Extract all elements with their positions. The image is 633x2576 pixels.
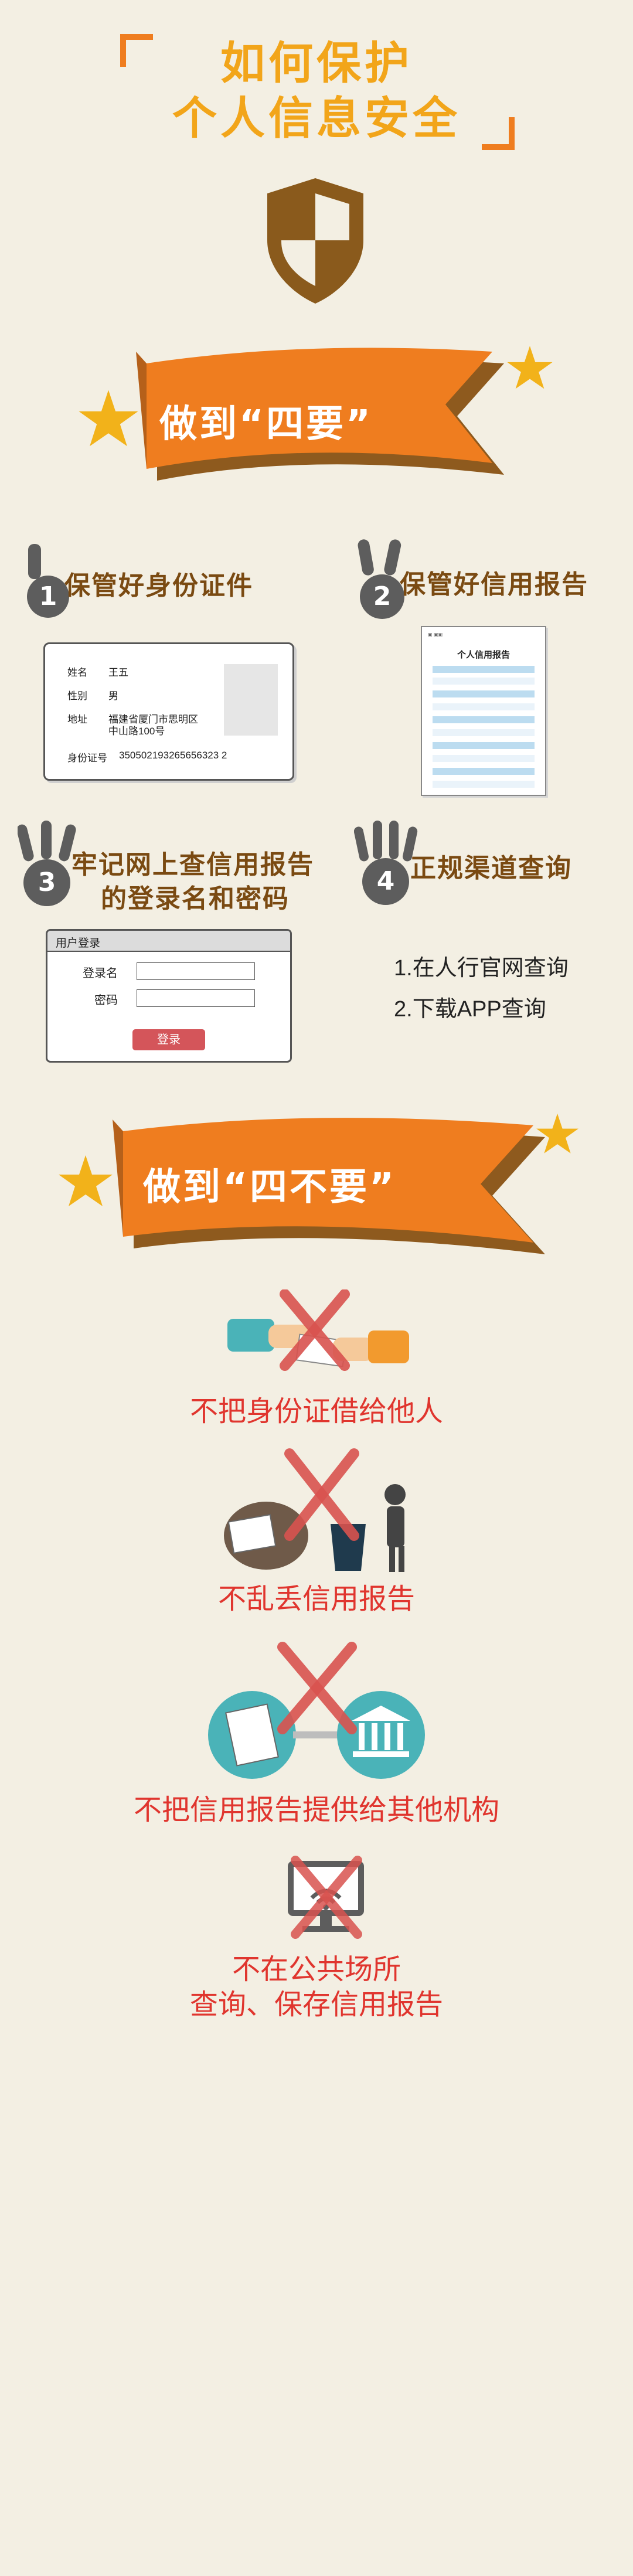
dont-4-caption-line2: 查询、保存信用报告	[189, 1988, 443, 2021]
query-method-2: 2.下载APP查询	[394, 997, 546, 1022]
id-name-value: 王五	[108, 667, 128, 678]
username-label: 登录名	[83, 967, 118, 980]
must-3-title-line2: 的登录名和密码	[101, 884, 290, 914]
star-icon	[59, 1155, 113, 1206]
handing-id-card-icon	[227, 1289, 409, 1371]
dont-3-caption: 不把信用报告提供给其他机构	[133, 1794, 499, 1826]
must-4-title: 正规渠道查询	[410, 853, 572, 883]
login-form: 用户登录 登录名 密码 登录	[46, 929, 292, 1063]
dont-2-caption: 不乱丢信用报告	[217, 1583, 415, 1615]
must-3-title-line1: 牢记网上查信用报告	[72, 850, 314, 880]
dont-1-caption: 不把身份证借给他人	[189, 1395, 443, 1428]
shield-icon	[267, 178, 363, 304]
id-address-label: 地址	[67, 714, 87, 725]
id-address-line2: 中山路100号	[108, 726, 165, 737]
report-to-institution-icon	[208, 1642, 425, 1779]
page-title-line2: 个人信息安全	[172, 92, 461, 144]
password-label: 密码	[94, 994, 118, 1007]
svg-text:3: 3	[38, 867, 56, 897]
star-icon	[507, 346, 553, 389]
username-input[interactable]	[137, 962, 255, 980]
query-method-1: 1.在人行官网查询	[394, 956, 569, 981]
id-number-value: 350502193265656323 2	[119, 750, 227, 761]
password-input[interactable]	[137, 989, 255, 1007]
hand-four-icon: 4	[354, 821, 418, 905]
banner1-text: 做到“四要”	[159, 403, 373, 446]
svg-text:1: 1	[39, 581, 57, 611]
id-gender-value: 男	[108, 690, 118, 702]
credit-report-image: ▣ ▣▣ 个人信用报告	[421, 626, 546, 796]
id-gender-label: 性别	[67, 690, 87, 702]
svg-text:2: 2	[373, 581, 392, 611]
dont-4-caption-line1: 不在公共场所	[232, 1953, 401, 1986]
star-icon	[79, 390, 138, 447]
id-photo	[224, 664, 278, 736]
report-title: 个人信用报告	[457, 649, 510, 660]
star-icon	[536, 1113, 578, 1153]
login-header-text: 用户登录	[56, 937, 101, 950]
must-2-title: 保管好信用报告	[400, 570, 588, 600]
banner2-text: 做到“四不要”	[143, 1166, 397, 1209]
svg-text:4: 4	[377, 866, 395, 896]
id-card: 姓名 王五 性别 男 地址 福建省厦门市思明区 中山路100号 身份证号 350…	[43, 642, 294, 781]
public-computer-icon	[288, 1856, 364, 1939]
id-name-label: 姓名	[67, 667, 87, 678]
must-1-title: 保管好身份证件	[64, 571, 253, 601]
hand-three-icon: 3	[18, 821, 76, 906]
littering-report-icon	[224, 1448, 406, 1572]
login-button[interactable]: 登录	[132, 1029, 205, 1050]
id-number-label: 身份证号	[67, 753, 107, 764]
hand-one-icon: 1	[27, 544, 69, 618]
